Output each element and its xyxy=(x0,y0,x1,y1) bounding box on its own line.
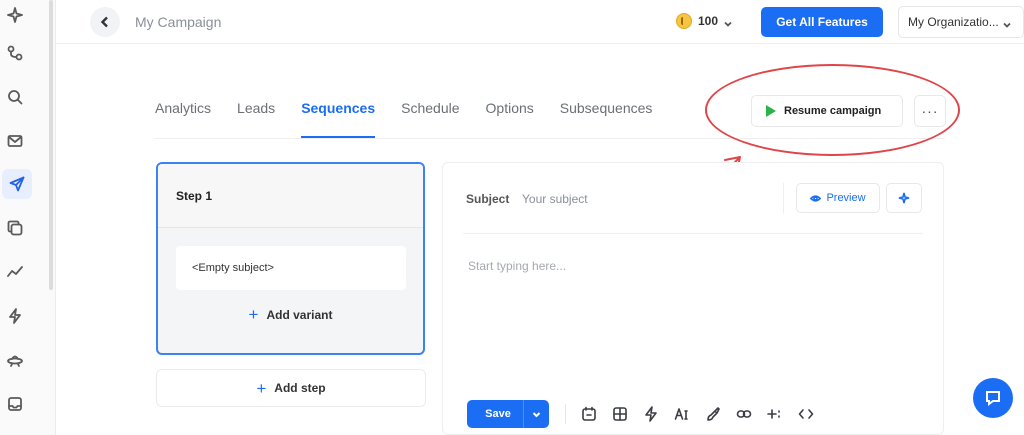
lightning-icon[interactable] xyxy=(640,403,662,425)
link-icon[interactable] xyxy=(733,403,755,425)
step-title: Step 1 xyxy=(158,164,423,228)
preview-label: Preview xyxy=(826,192,866,204)
mail-icon[interactable] xyxy=(0,126,30,156)
chat-icon xyxy=(986,391,1000,406)
tab-schedule[interactable]: Schedule xyxy=(401,100,459,138)
email-body-input[interactable] xyxy=(463,235,923,385)
add-step-button[interactable]: + Add step xyxy=(156,369,426,407)
workflow-icon[interactable] xyxy=(0,38,30,68)
step-card[interactable]: Step 1 <Empty subject> + Add variant xyxy=(156,162,425,355)
add-step-label: Add step xyxy=(274,381,326,395)
subject-label: Subject xyxy=(466,192,510,206)
save-label: Save xyxy=(485,408,511,420)
get-all-features-button[interactable]: Get All Features xyxy=(761,7,883,37)
editor-toolbar: Save xyxy=(467,400,826,428)
calendar-icon[interactable] xyxy=(578,403,600,425)
annotation-ellipse xyxy=(705,64,960,156)
subject-input[interactable]: Your subject xyxy=(522,192,588,206)
ufo-icon[interactable] xyxy=(0,345,30,375)
chevron-down-icon xyxy=(724,17,732,27)
credits-count: 100 xyxy=(698,14,719,28)
sidebar xyxy=(0,0,56,435)
add-variant-button[interactable]: + Add variant xyxy=(158,306,423,323)
plus-icon: + xyxy=(256,378,267,398)
tab-leads[interactable]: Leads xyxy=(237,100,275,138)
template-icon[interactable] xyxy=(609,403,631,425)
sparkle-icon xyxy=(898,192,910,204)
credits-indicator[interactable]: 100 xyxy=(676,13,732,29)
tab-sequences[interactable]: Sequences xyxy=(301,100,375,138)
sidebar-scrollbar[interactable] xyxy=(49,0,53,290)
analytics-icon[interactable] xyxy=(0,257,30,287)
subject-divider xyxy=(783,183,784,213)
preview-button[interactable]: Preview xyxy=(796,183,880,213)
top-bar: My Campaign 100 Get All Features My Orga… xyxy=(56,0,1024,44)
inbox-icon[interactable] xyxy=(0,389,30,419)
save-button[interactable]: Save xyxy=(467,400,549,428)
sparkle-icon[interactable] xyxy=(0,0,30,30)
text-format-icon[interactable] xyxy=(671,403,693,425)
coin-icon xyxy=(676,13,692,29)
variable-icon[interactable] xyxy=(764,403,786,425)
back-button[interactable] xyxy=(90,7,120,37)
variant-item[interactable]: <Empty subject> xyxy=(176,246,406,290)
email-editor: Subject Your subject Preview Start typin… xyxy=(442,162,944,435)
subject-separator xyxy=(463,233,923,234)
bolt-icon[interactable] xyxy=(0,301,30,331)
eye-icon xyxy=(810,194,822,202)
organization-select[interactable]: My Organizatio... xyxy=(898,6,1024,38)
chevron-left-icon xyxy=(100,16,108,28)
code-icon[interactable] xyxy=(795,403,817,425)
organization-name: My Organizatio... xyxy=(908,15,999,29)
tab-analytics[interactable]: Analytics xyxy=(155,100,211,138)
chevron-down-icon xyxy=(532,411,541,417)
save-options-button[interactable] xyxy=(523,400,549,428)
tab-subsequences[interactable]: Subsequences xyxy=(560,100,653,138)
plus-icon: + xyxy=(248,305,259,324)
chat-support-button[interactable] xyxy=(973,378,1013,418)
paint-icon[interactable] xyxy=(702,403,724,425)
search-icon[interactable] xyxy=(0,82,30,112)
campaign-tabs: Analytics Leads Sequences Schedule Optio… xyxy=(155,100,678,138)
ai-assist-button[interactable] xyxy=(886,183,922,213)
send-icon[interactable] xyxy=(2,169,32,199)
add-variant-label: Add variant xyxy=(266,307,333,322)
toolbar-divider xyxy=(565,404,566,424)
email-body-placeholder: Start typing here... xyxy=(468,259,567,273)
copy-icon[interactable] xyxy=(0,213,30,243)
chevron-down-icon xyxy=(1003,18,1011,28)
campaign-title: My Campaign xyxy=(135,14,222,30)
tab-options[interactable]: Options xyxy=(486,100,534,138)
